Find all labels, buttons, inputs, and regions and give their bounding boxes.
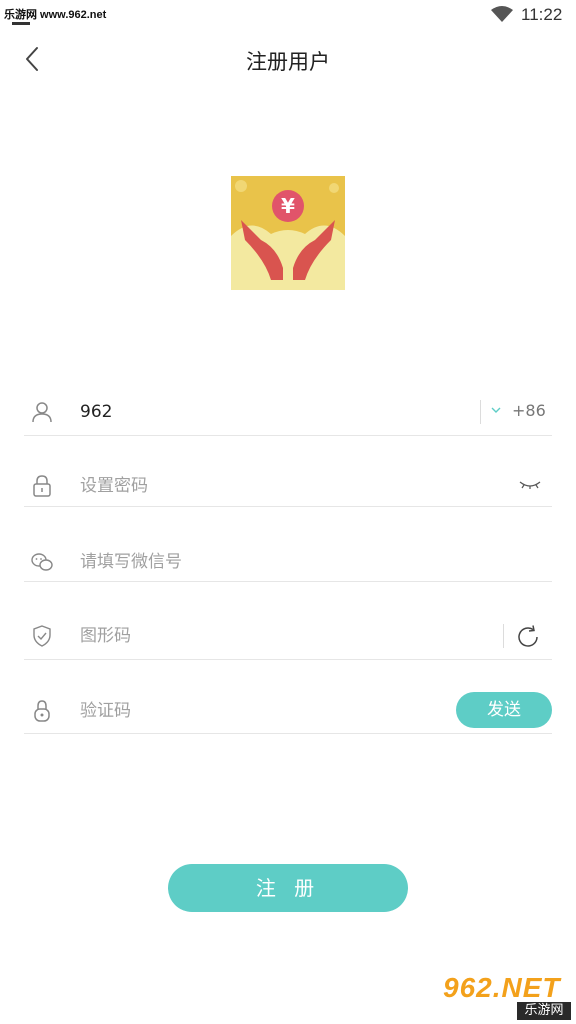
password-input[interactable] [80,472,400,500]
shield-icon [33,625,51,647]
site-watermark-logo: 962.NET 乐游网 [437,972,571,1020]
status-bar: 乐游网 www.962.net 11:22 [0,0,576,30]
app-logo: ¥ [231,176,345,290]
chevron-down-icon[interactable] [490,405,502,415]
password-row [24,466,552,507]
watermark-sub-text: 乐游网 [517,1002,571,1020]
svg-text:¥: ¥ [281,194,295,218]
phone-input[interactable] [80,398,400,426]
wifi-icon [491,6,513,22]
status-time: 11:22 [521,5,563,24]
register-button[interactable]: 注 册 [168,864,408,912]
phone-row: +86 [24,390,552,436]
country-code[interactable]: +86 [512,401,546,420]
refresh-icon[interactable] [515,624,541,650]
captcha-row [24,614,552,660]
sms-code-row: 发送 [24,690,552,734]
send-code-button[interactable]: 发送 [456,692,552,728]
page-title: 注册用户 [246,50,330,74]
eye-closed-icon[interactable] [518,476,542,494]
wechat-icon [31,553,53,571]
lock-icon [33,475,51,497]
wechat-input[interactable] [80,548,400,576]
status-watermark: 乐游网 www.962.net [4,9,107,21]
header: 注册用户 [0,34,576,86]
status-menu-icon [12,22,30,25]
captcha-divider [503,624,504,648]
sms-code-input[interactable] [80,697,400,725]
watermark-main-text: 962.NET [443,972,561,1003]
captcha-input[interactable] [80,622,400,650]
phone-divider [480,400,481,424]
padlock-icon [34,700,50,722]
wechat-row [24,542,552,582]
user-icon [32,402,52,423]
